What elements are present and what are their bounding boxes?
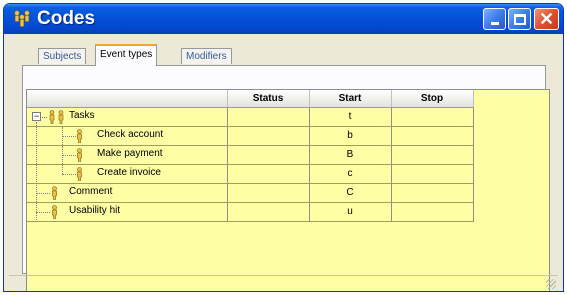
person-icon [52, 204, 57, 219]
header-row: Status Start Stop [27, 90, 474, 108]
row-stop[interactable] [391, 126, 474, 146]
row-start[interactable]: u [309, 202, 392, 222]
row-stop[interactable] [391, 202, 474, 222]
tree-line [62, 135, 76, 137]
row-stop[interactable] [391, 164, 474, 184]
row-name: Tasks [69, 109, 95, 121]
tree-line [62, 154, 76, 156]
column-header-status[interactable]: Status [227, 90, 310, 108]
window-title: Codes [37, 8, 96, 29]
person-icon [77, 166, 82, 181]
tree-line [36, 192, 50, 194]
tab-subjects[interactable]: Subjects [38, 48, 87, 64]
event-types-grid[interactable]: Status Start Stop − Tasks t Check accoun… [26, 89, 550, 291]
table-row[interactable]: Create invoice c [27, 164, 474, 184]
row-stop[interactable] [391, 107, 474, 127]
event-types-table: Status Start Stop − Tasks t Check accoun… [27, 90, 474, 222]
row-name: Usability hit [69, 204, 121, 216]
table-row[interactable]: Comment C [27, 183, 474, 203]
person-icon [77, 147, 82, 162]
table-row[interactable]: − Tasks t [27, 107, 474, 220]
table-row[interactable]: Make payment B [27, 145, 474, 165]
row-stop[interactable] [391, 145, 474, 165]
row-name: Create invoice [97, 166, 161, 178]
maximize-icon [513, 13, 526, 25]
status-bar [9, 275, 558, 291]
row-status[interactable] [227, 145, 310, 165]
row-start[interactable]: B [309, 145, 392, 165]
row-start[interactable]: t [309, 107, 392, 127]
close-icon: ✕ [538, 9, 555, 29]
row-name: Make payment [97, 147, 163, 159]
table-row[interactable]: Usability hit u [27, 202, 474, 222]
maximize-button[interactable] [508, 8, 531, 30]
minimize-button[interactable] [483, 8, 506, 30]
row-start[interactable]: C [309, 183, 392, 203]
codes-window: Codes ✕ Subjects Event types Modifiers S… [3, 3, 564, 292]
tree-line [62, 173, 76, 175]
resize-grip-icon[interactable] [546, 279, 556, 289]
tree-line [62, 164, 63, 174]
column-header-name[interactable] [27, 90, 228, 108]
close-button[interactable]: ✕ [534, 8, 559, 30]
column-header-start[interactable]: Start [309, 90, 392, 108]
table-row[interactable]: Check account b [27, 126, 474, 146]
column-header-stop[interactable]: Stop [391, 90, 474, 108]
row-stop[interactable] [391, 183, 474, 203]
tab-strip: Subjects Event types Modifiers [4, 34, 563, 66]
tree-line [36, 211, 50, 213]
tab-panel: Status Start Stop − Tasks t Check accoun… [22, 65, 550, 291]
tab-event-types[interactable]: Event types [95, 44, 158, 66]
row-status[interactable] [227, 107, 310, 127]
title-bar[interactable]: Codes ✕ [4, 4, 563, 34]
person-icon [77, 128, 82, 143]
people-group-icon [14, 10, 30, 27]
group-person-icon [49, 109, 64, 124]
row-status[interactable] [227, 126, 310, 146]
person-icon [52, 185, 57, 200]
row-status[interactable] [227, 202, 310, 222]
tab-modifiers[interactable]: Modifiers [181, 48, 232, 64]
row-status[interactable] [227, 183, 310, 203]
row-start[interactable]: c [309, 164, 392, 184]
row-name: Check account [97, 128, 164, 140]
collapse-toggle[interactable]: − [32, 111, 41, 121]
tree-line [42, 116, 47, 118]
minimize-icon [490, 22, 499, 25]
row-name: Comment [69, 185, 113, 197]
row-status[interactable] [227, 164, 310, 184]
row-start[interactable]: b [309, 126, 392, 146]
